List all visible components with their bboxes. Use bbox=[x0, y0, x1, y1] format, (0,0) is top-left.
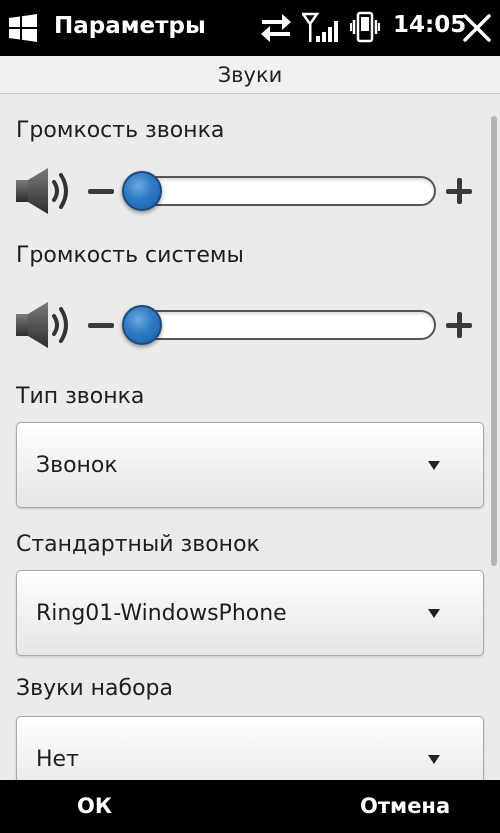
title-bar: Параметры 14:05 bbox=[0, 0, 500, 56]
ring-volume-label: Громкость звонка bbox=[16, 118, 225, 143]
system-volume-label: Громкость системы bbox=[16, 243, 244, 268]
ringtone-label: Стандартный звонок bbox=[16, 532, 260, 557]
ok-button[interactable]: ОК bbox=[77, 794, 112, 818]
ring-volume-slider-thumb[interactable] bbox=[122, 171, 162, 211]
close-icon[interactable] bbox=[462, 13, 492, 43]
windows-logo-icon[interactable] bbox=[8, 14, 38, 42]
ringtone-value: Ring01-WindowsPhone bbox=[36, 601, 287, 626]
ring-type-dropdown[interactable]: Звонок bbox=[16, 422, 484, 508]
scrollbar-thumb[interactable] bbox=[491, 116, 497, 566]
cancel-button[interactable]: Отмена bbox=[360, 794, 450, 818]
sync-arrows-icon[interactable] bbox=[258, 10, 294, 46]
softkey-bar: ОК Отмена bbox=[0, 780, 500, 833]
section-title: Звуки bbox=[217, 63, 283, 87]
system-volume-increase[interactable] bbox=[446, 312, 472, 338]
section-header: Звуки bbox=[0, 56, 500, 94]
system-volume-slider-thumb[interactable] bbox=[122, 305, 162, 345]
settings-content: Звуки Громкость звонка Громкость системы bbox=[0, 56, 500, 780]
chevron-down-icon bbox=[428, 461, 440, 470]
keypad-sounds-dropdown[interactable]: Нет bbox=[16, 716, 484, 780]
ring-type-label: Тип звонка bbox=[16, 384, 145, 409]
speaker-icon bbox=[16, 168, 68, 214]
keypad-sounds-label: Звуки набора bbox=[16, 676, 174, 701]
ringtone-dropdown[interactable]: Ring01-WindowsPhone bbox=[16, 570, 484, 656]
speaker-icon bbox=[16, 302, 68, 348]
signal-strength-icon[interactable] bbox=[302, 10, 340, 46]
system-volume-slider[interactable] bbox=[126, 310, 436, 340]
clock: 14:05 bbox=[393, 12, 467, 38]
phone-vibrate-icon[interactable] bbox=[350, 10, 380, 46]
chevron-down-icon bbox=[428, 609, 440, 618]
ring-volume-increase[interactable] bbox=[446, 178, 472, 204]
ring-volume-slider[interactable] bbox=[126, 176, 436, 206]
ring-volume-decrease[interactable] bbox=[88, 189, 114, 194]
chevron-down-icon bbox=[428, 755, 440, 764]
app-title: Параметры bbox=[54, 13, 206, 39]
ring-type-value: Звонок bbox=[36, 453, 118, 478]
system-volume-decrease[interactable] bbox=[88, 323, 114, 328]
keypad-sounds-value: Нет bbox=[36, 747, 79, 772]
